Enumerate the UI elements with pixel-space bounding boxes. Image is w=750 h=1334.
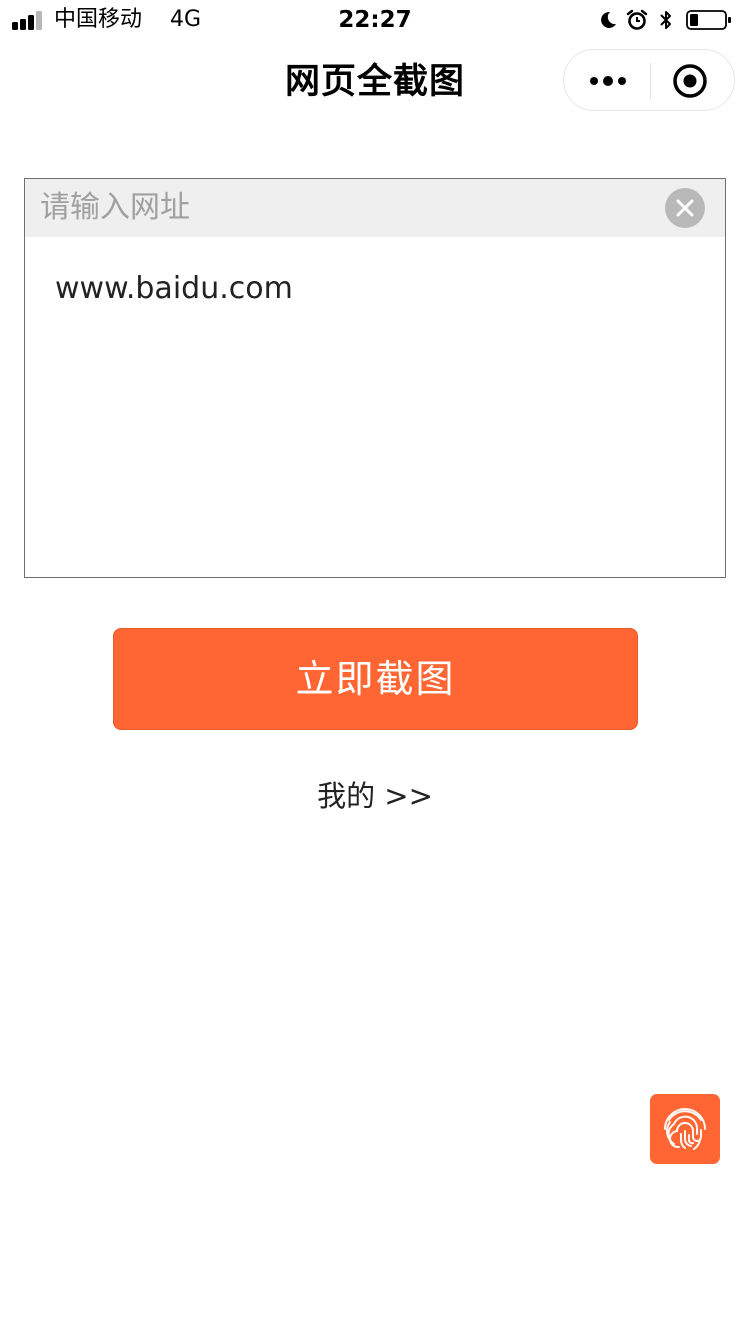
clear-x-icon[interactable]: [665, 188, 705, 228]
more-dots-icon[interactable]: [580, 64, 636, 98]
clear-x-glyph: [676, 199, 694, 217]
url-input-box: 请输入网址 www.baidu.com: [24, 178, 726, 578]
moon-icon: [601, 11, 616, 28]
url-input-label: 请输入网址: [40, 190, 190, 225]
url-input[interactable]: www.baidu.com: [55, 269, 695, 309]
fingerprint-button[interactable]: [650, 1094, 720, 1164]
my-link[interactable]: 我的 >>: [0, 776, 750, 816]
close-target-icon[interactable]: [672, 63, 708, 99]
url-input-header: 请输入网址: [25, 179, 725, 237]
status-bar: 中国移动 4G 22:27: [0, 0, 750, 40]
fingerprint-icon: [664, 1108, 706, 1150]
mini-program-capsule: [563, 49, 735, 111]
battery-icon: [686, 10, 731, 30]
capsule-divider: [650, 63, 651, 99]
bluetooth-icon: [660, 11, 671, 29]
alarm-icon: [626, 9, 648, 30]
capture-now-button[interactable]: 立即截图: [113, 628, 638, 730]
